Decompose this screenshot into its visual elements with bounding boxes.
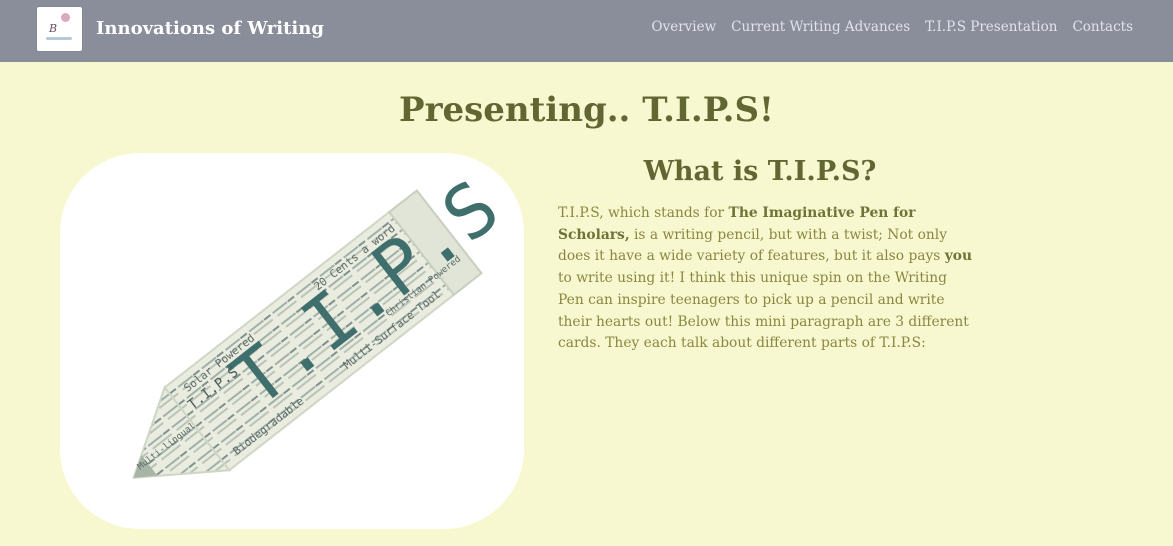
flower-icon [61, 13, 70, 22]
section-title: What is T.I.P.S? [643, 156, 877, 187]
leaf-icon [46, 37, 72, 40]
page-title: Presenting.. T.I.P.S! [399, 90, 774, 130]
nav-link-overview[interactable]: Overview [652, 19, 717, 35]
logo-text: B [49, 22, 58, 35]
nav-link-tips-presentation[interactable]: T.I.P.S Presentation [925, 19, 1057, 35]
nav-links: Overview Current Writing Advances T.I.P.… [652, 19, 1133, 35]
description-text: T.I.P.S, which stands for [558, 205, 729, 221]
brand-title[interactable]: Innovations of Writing [96, 18, 324, 39]
tips-big-text: T.I.P.S [216, 164, 515, 424]
tips-description: T.I.P.S, which stands for The Imaginativ… [558, 203, 973, 355]
navbar: B Innovations of Writing Overview Curren… [0, 0, 1173, 62]
nav-link-contacts[interactable]: Contacts [1072, 19, 1133, 35]
description-text: to write using it! I think this unique s… [558, 270, 969, 352]
nav-link-current-writing-advances[interactable]: Current Writing Advances [731, 19, 910, 35]
description-bold: you [944, 248, 973, 265]
tips-pencil-image: T.I.P.S Solar Powered 20 Cents a word Bi… [60, 153, 524, 529]
pencil-word-cloud-icon: T.I.P.S Solar Powered 20 Cents a word Bi… [132, 164, 515, 479]
logo[interactable]: B [37, 7, 82, 51]
